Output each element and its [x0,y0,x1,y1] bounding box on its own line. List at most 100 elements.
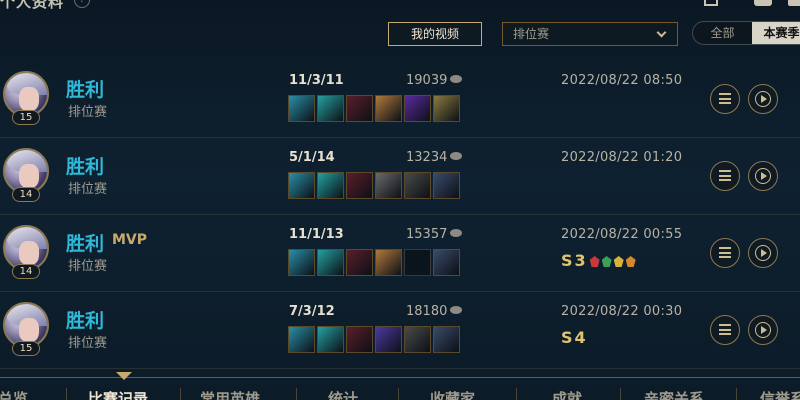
window-icon[interactable] [788,0,800,6]
gold-earned: 13234 [406,150,463,165]
item-icon [404,326,431,353]
play-icon [755,91,771,107]
nav-separator [736,388,737,400]
tab-champions[interactable]: 常用英雄 [200,388,260,400]
item-icon [404,95,431,122]
nav-separator [66,388,67,400]
tab-honor[interactable]: 信誉系 [760,388,800,400]
my-videos-button[interactable]: 我的视频 [388,22,482,46]
nav-separator [180,388,181,400]
match-details-button[interactable] [710,315,740,345]
match-row: 15 胜利 排位赛 7/3/12 18180 2022/08/22 00:30 … [0,292,800,369]
row-divider [0,368,800,369]
item-icon [288,249,315,276]
tab-match-history[interactable]: 比赛记录 [88,388,148,400]
avatar-face [19,87,39,111]
help-icon[interactable]: ? [74,0,90,8]
play-icon [755,245,771,261]
match-row: 14 胜利 排位赛 5/1/14 13234 2022/08/22 01:20 [0,138,800,215]
tab-stats[interactable]: 统计 [328,388,358,400]
avatar-face [19,241,39,265]
list-icon [719,170,731,181]
coin-icon [450,229,463,237]
match-result: 胜利 [66,79,105,101]
filter-current-season[interactable]: 本赛季 [752,22,800,44]
avatar-face [19,164,39,188]
play-icon [755,322,771,338]
match-details-button[interactable] [710,161,740,191]
match-result: 胜利 [66,156,105,178]
coin-icon [450,75,463,83]
chat-icon[interactable] [754,0,772,6]
item-icon [433,326,460,353]
season-filter[interactable]: 全部 本赛季 [692,21,800,45]
match-date: 2022/08/22 00:30 [561,304,683,319]
item-icon [404,172,431,199]
nav-separator [620,388,621,400]
item-build [288,326,460,353]
list-icon [719,93,731,104]
tab-achievements[interactable]: 成就 [552,388,582,400]
item-icon [433,249,460,276]
item-icon [375,95,402,122]
queue-type-select[interactable]: 排位赛 [502,22,678,46]
coin-icon [450,306,463,314]
nav-separator [516,388,517,400]
item-icon [288,326,315,353]
tab-relations[interactable]: 亲密关系 [644,388,704,400]
match-details-button[interactable] [710,238,740,268]
replay-button[interactable] [748,238,778,268]
item-icon [346,249,373,276]
replay-button[interactable] [748,161,778,191]
nav-separator [398,388,399,400]
champion-level: 14 [12,264,40,279]
item-icon [346,326,373,353]
gold-value: 13234 [406,150,448,165]
item-icon [375,172,402,199]
badge-icon [601,256,612,267]
item-build [288,172,460,199]
coin-icon [450,152,463,160]
gold-value: 19039 [406,73,448,88]
kda: 11/3/11 [289,73,344,88]
season-label: S4 [561,328,588,347]
item-icon [288,172,315,199]
tab-overview[interactable]: 总览 [0,388,28,400]
item-icon [433,172,460,199]
match-mode: 排位赛 [68,182,108,197]
filter-all[interactable]: 全部 [693,22,752,44]
champion-level: 15 [12,110,40,125]
play-icon [755,168,771,184]
kda: 5/1/14 [289,150,335,165]
bottom-nav: 总览 比赛记录 常用英雄 统计 收藏家 成就 亲密关系 信誉系 [0,388,800,400]
active-tab-caret [116,372,132,380]
list-icon [719,247,731,258]
item-build [288,95,460,122]
badge-icon [613,256,624,267]
nav-separator [296,388,297,400]
match-mode: 排位赛 [68,336,108,351]
replay-button[interactable] [748,84,778,114]
item-icon [288,95,315,122]
chevron-down-icon [656,27,667,38]
tab-collection[interactable]: 收藏家 [430,388,475,400]
queue-type-value: 排位赛 [513,27,550,41]
match-result: 胜利 [66,310,105,332]
checklist-icon[interactable] [704,0,718,6]
kda: 11/1/13 [289,227,344,242]
gold-earned: 18180 [406,304,463,319]
item-icon [433,95,460,122]
item-build [288,249,460,276]
gold-value: 18180 [406,304,448,319]
champion-level: 14 [12,187,40,202]
champion-level: 15 [12,341,40,356]
match-details-button[interactable] [710,84,740,114]
match-row: 14 胜利 MVP 排位赛 11/1/13 15357 2022/08/22 0… [0,215,800,292]
mvp-badge: MVP [112,232,148,248]
replay-button[interactable] [748,315,778,345]
season-label: S3 [561,251,588,270]
item-icon [346,172,373,199]
match-date: 2022/08/22 01:20 [561,150,683,165]
match-row: 15 胜利 排位赛 11/3/11 19039 2022/08/22 08:50 [0,61,800,138]
item-icon [317,172,344,199]
